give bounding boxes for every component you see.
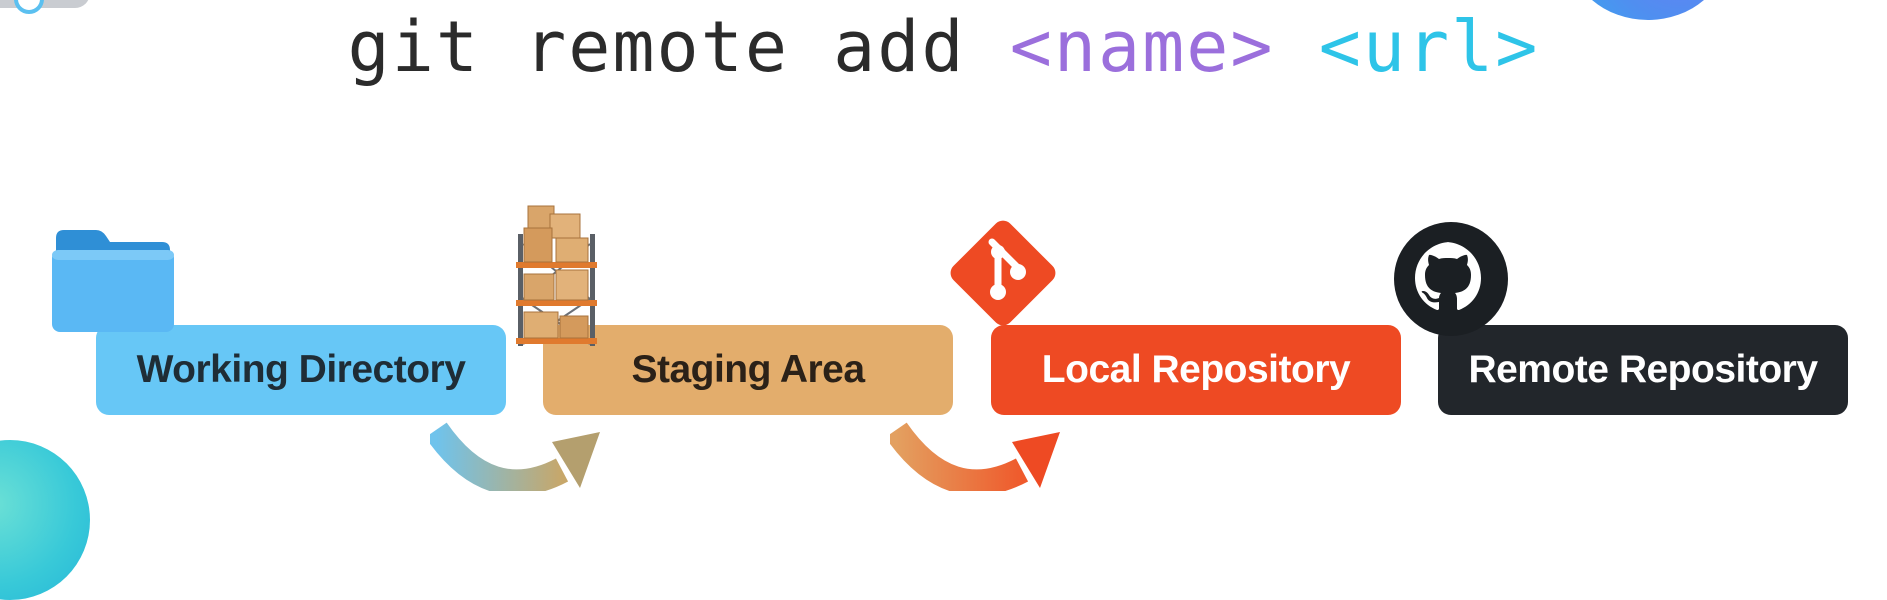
curved-arrow-icon [430,422,600,491]
stage-remote-repository: Remote Repository [1438,325,1848,415]
command-name-placeholder: <name> [1009,6,1275,88]
command-url-placeholder: <url> [1318,6,1540,88]
stage-label: Working Directory [136,348,466,391]
warehouse-shelf-icon [516,205,597,346]
stage-working-directory: Working Directory [96,325,506,415]
stage-label: Staging Area [631,348,865,391]
stage-local-repository: Local Repository [991,325,1401,415]
command-base: git remote add [347,6,1010,88]
stage-label: Remote Repository [1468,348,1818,391]
git-logo-icon [950,220,1056,326]
stage-label: Local Repository [1041,348,1351,391]
stage-staging-area: Staging Area [543,325,953,415]
github-logo-icon [1394,222,1508,336]
curved-arrow-icon [890,422,1060,491]
command-separator [1275,6,1319,88]
folder-icon [52,230,174,332]
command-heading: git remote add <name> <url> [0,0,1887,94]
decorative-blob-bottom-left [0,440,90,600]
